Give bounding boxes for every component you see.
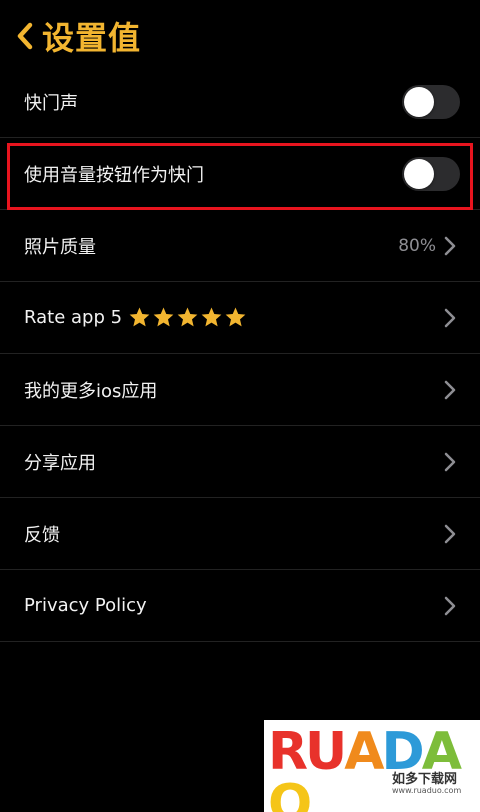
star-icon <box>201 307 222 327</box>
setting-label: 快门声 <box>24 92 78 114</box>
star-icon <box>129 307 150 327</box>
watermark-logo: RUADAO 如多下载网 www.ruaduo.com <box>264 720 480 812</box>
page-title: 设置值 <box>42 19 142 57</box>
watermark-url: www.ruaduo.com <box>392 786 462 795</box>
photo-quality-value: 80% <box>398 235 436 256</box>
setting-row-share-app[interactable]: 分享应用 <box>0 426 480 498</box>
setting-row-rate-app[interactable]: Rate app 5 <box>0 282 480 354</box>
setting-row-more-apps[interactable]: 我的更多ios应用 <box>0 354 480 426</box>
chevron-left-icon <box>17 22 33 50</box>
star-icon <box>225 307 246 327</box>
settings-list: 快门声 使用音量按钮作为快门 照片质量 80% Rate app 5 我的更多i… <box>0 66 480 642</box>
chevron-right-icon <box>444 380 456 399</box>
chevron-right-icon <box>444 308 456 327</box>
watermark-letter: O <box>268 774 312 812</box>
setting-label: 使用音量按钮作为快门 <box>24 164 204 186</box>
setting-row-shutter-sound[interactable]: 快门声 <box>0 66 480 138</box>
setting-label: 照片质量 <box>24 236 96 258</box>
toggle-knob <box>404 86 434 117</box>
setting-label: Privacy Policy <box>24 595 147 616</box>
setting-row-volume-shutter[interactable]: 使用音量按钮作为快门 <box>0 138 480 210</box>
chevron-right-icon <box>444 524 456 543</box>
rate-app-label-group: Rate app 5 <box>24 306 248 329</box>
watermark-subtitle: 如多下载网 <box>392 772 458 787</box>
watermark-letter: R <box>268 722 308 782</box>
setting-label: Rate app 5 <box>24 307 123 328</box>
star-rating <box>128 306 248 329</box>
chevron-right-icon <box>444 236 456 255</box>
setting-label: 反馈 <box>24 524 60 546</box>
star-icon <box>153 307 174 327</box>
chevron-right-icon <box>444 596 456 615</box>
setting-row-photo-quality[interactable]: 照片质量 80% <box>0 210 480 282</box>
setting-row-privacy-policy[interactable]: Privacy Policy <box>0 570 480 642</box>
back-button[interactable]: 设置值 <box>14 14 141 58</box>
settings-screen: 设置值 快门声 使用音量按钮作为快门 照片质量 80% Rate app 5 我… <box>0 0 480 812</box>
star-icon <box>177 307 198 327</box>
chevron-right-icon <box>444 452 456 471</box>
setting-label: 我的更多ios应用 <box>24 380 158 402</box>
toggle-knob <box>404 158 434 189</box>
watermark-letter: A <box>344 722 384 782</box>
setting-row-feedback[interactable]: 反馈 <box>0 498 480 570</box>
navigation-bar: 设置值 <box>0 0 480 66</box>
volume-shutter-toggle[interactable] <box>402 156 460 191</box>
shutter-sound-toggle[interactable] <box>402 84 460 119</box>
setting-label: 分享应用 <box>24 452 96 474</box>
watermark-letter: U <box>305 722 347 782</box>
